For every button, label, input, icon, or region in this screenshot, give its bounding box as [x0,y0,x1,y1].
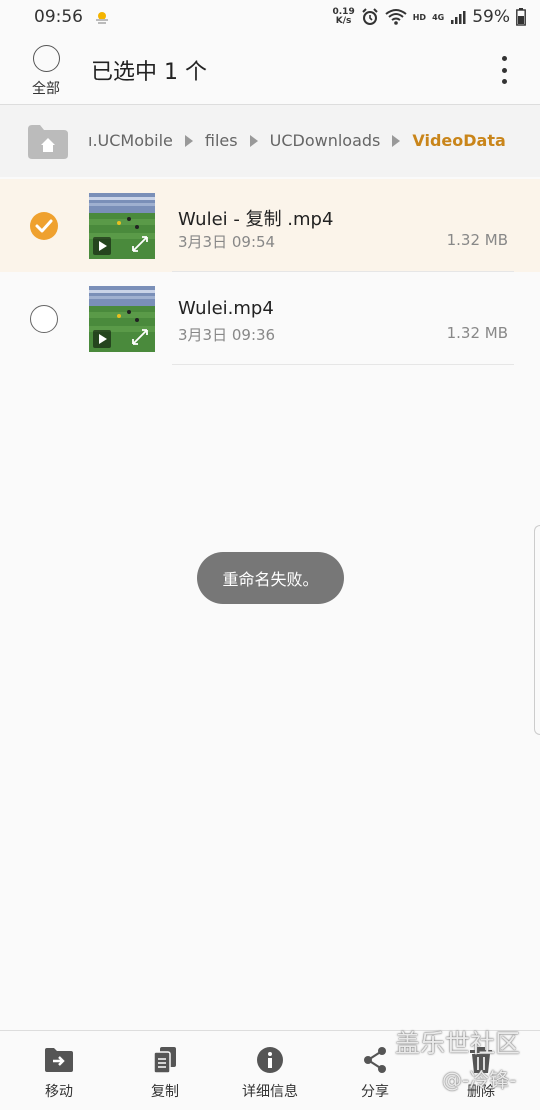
details-button[interactable]: 详细信息 [225,1045,315,1101]
file-list: Wulei - 复制 .mp4 3月3日 09:54 1.32 MB Wulei… [0,179,540,365]
file-name: Wulei - 复制 .mp4 [178,209,334,230]
file-size: 1.32 MB [446,324,508,342]
share-label: 分享 [361,1084,389,1100]
weather-icon [96,12,108,24]
chevron-right-icon [392,134,401,147]
file-date: 3月3日 09:54 [178,233,276,251]
more-dot [501,67,507,73]
status-time: 09:56 [34,7,83,27]
breadcrumb-item[interactable]: ı.UCMobile [88,131,173,150]
select-all-toggle[interactable]: 全部 [26,42,66,98]
video-thumbnail[interactable] [89,193,155,259]
file-date: 3月3日 09:36 [178,326,276,344]
more-options-button[interactable] [496,56,512,84]
list-item[interactable]: Wulei - 复制 .mp4 3月3日 09:54 1.32 MB [0,179,540,272]
chevron-right-icon [184,134,193,147]
status-bar: 09:56 0.19 K/s HD 4G 59% [0,0,540,34]
4g-label: 4G [432,12,445,22]
toast-message: 重命名失败。 [197,552,344,604]
breadcrumb-item[interactable]: files [205,131,238,150]
row-checkbox-checked[interactable] [30,212,58,240]
status-icons: 0.19 K/s HD 4G 59% [333,7,527,27]
copy-button[interactable]: 复制 [120,1045,210,1101]
copy-icon [153,1047,176,1074]
more-dot [501,56,507,61]
battery-icon [516,8,526,26]
info-icon [257,1047,283,1073]
file-name: Wulei.mp4 [178,298,274,319]
battery-percent: 59% [472,7,510,27]
hd-label: HD [412,12,427,22]
move-icon [45,1048,73,1072]
selection-header: 全部 已选中 1 个 [0,34,540,104]
alarm-icon [362,8,378,25]
watermark-text: 盖乐世社区 [395,1029,521,1058]
page-title: 已选中 1 个 [91,60,207,85]
more-dot [501,79,507,84]
move-label: 移动 [45,1084,73,1100]
chevron-right-icon [249,134,258,147]
wifi-icon [385,9,407,25]
network-speed: 0.19 K/s [333,8,355,26]
watermark-author: @-冷锋- [442,1068,517,1092]
details-label: 详细信息 [242,1084,298,1100]
select-all-label: 全部 [32,81,60,97]
row-divider [172,364,514,365]
checkmark-icon [35,219,53,233]
copy-label: 复制 [151,1084,179,1100]
speed-unit: K/s [335,16,352,26]
select-all-checkbox[interactable] [32,45,60,72]
edge-panel-handle[interactable] [534,525,540,735]
signal-icon [451,11,466,24]
breadcrumb-item-current[interactable]: VideoData [412,131,505,150]
video-thumbnail[interactable] [89,286,155,352]
move-button[interactable]: 移动 [14,1045,104,1101]
list-item[interactable]: Wulei.mp4 3月3日 09:36 1.32 MB [0,272,540,365]
share-icon [364,1047,386,1073]
file-size: 1.32 MB [446,231,508,249]
row-checkbox-unchecked[interactable] [30,305,58,333]
breadcrumb: ı.UCMobile files UCDownloads VideoData [0,105,540,177]
home-folder-icon[interactable] [28,123,68,163]
breadcrumb-path: ı.UCMobile files UCDownloads VideoData [88,131,506,150]
breadcrumb-item[interactable]: UCDownloads [270,131,381,150]
